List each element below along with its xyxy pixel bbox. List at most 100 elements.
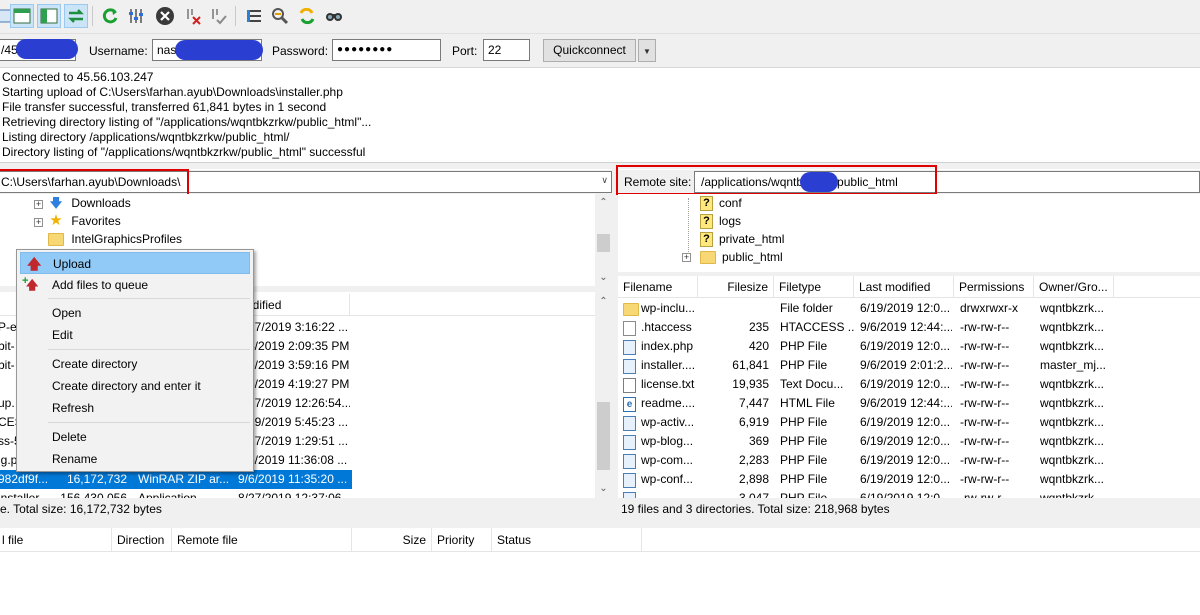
reconnect-icon[interactable] — [206, 4, 230, 28]
remote-file-list: Filename Filesize Filetype Last modified… — [618, 276, 1200, 498]
column-header-owner[interactable]: Owner/Gro... — [1034, 276, 1114, 298]
menu-item-create-directory-enter[interactable]: Create directory and enter it — [20, 375, 250, 397]
column-header-local-file[interactable]: l file — [0, 528, 112, 552]
quickconnect-button[interactable]: Quickconnect — [543, 39, 636, 62]
port-input[interactable]: 22 — [483, 39, 530, 61]
local-tree-scrollbar[interactable]: ⌃ ⌄ — [595, 194, 612, 286]
cell-owner: wqntbkzrk... — [1040, 396, 1105, 410]
compare-icon[interactable] — [268, 4, 292, 28]
scroll-down-icon[interactable]: ⌄ — [595, 269, 612, 286]
table-row[interactable]: wp-activ... 6,919 PHP File 6/19/2019 12:0..… — [618, 413, 1200, 432]
tree-item[interactable]: IntelGraphicsProfiles — [48, 230, 182, 248]
cell-perms: -rw-rw-r-- — [960, 377, 1010, 391]
expand-icon[interactable]: + — [34, 218, 43, 227]
column-header-filetype[interactable]: Filetype — [774, 276, 854, 298]
redaction-mark — [800, 172, 838, 192]
expand-icon[interactable]: + — [682, 253, 691, 262]
menu-item-create-directory[interactable]: Create directory — [20, 353, 250, 375]
table-row[interactable]: license.txt 19,935 Text Docu... 6/19/2019 1… — [618, 375, 1200, 394]
scroll-up-icon[interactable]: ⌃ — [595, 293, 612, 310]
cell-type: PHP File — [780, 434, 828, 448]
folder-icon — [623, 303, 639, 317]
cell-size: 369 — [748, 434, 769, 448]
log-line: Retrieving directory listing of "/applic… — [2, 115, 372, 129]
table-row[interactable]: wp-com... 2,283 PHP File 6/19/2019 12:0... -… — [618, 451, 1200, 470]
menu-item-edit[interactable]: Edit — [20, 324, 250, 346]
menu-item-rename[interactable]: Rename — [20, 448, 250, 470]
cell-owner: master_mj... — [1040, 358, 1107, 372]
cancel-icon[interactable] — [153, 4, 177, 28]
remote-tree: ? conf? logs? private_html + public_html — [618, 194, 1200, 272]
cell-owner: wqntbkzrk... — [1040, 434, 1105, 448]
table-row[interactable]: 982df9f... 16,172,732 WinRAR ZIP ar... 9/6/… — [0, 470, 352, 489]
cell-modified: 9/6/2019 11:35:20 ... — [238, 472, 348, 486]
cell-owner: wqntbkzrk... — [1040, 377, 1105, 391]
disconnect-icon[interactable] — [181, 4, 205, 28]
column-header-priority[interactable]: Priority — [432, 528, 492, 552]
toggle-log-icon[interactable] — [10, 4, 34, 28]
column-header-status[interactable]: Status — [492, 528, 642, 552]
process-queue-icon[interactable] — [124, 4, 148, 28]
cell-modified: 6/19/2019 12:0... — [860, 453, 951, 467]
cell-size: 61,841 — [732, 358, 769, 372]
cell-type: HTML File — [780, 396, 835, 410]
cell-size: 2,898 — [738, 472, 769, 486]
column-header-permissions[interactable]: Permissions — [954, 276, 1034, 298]
local-list-scrollbar[interactable]: ⌃ ⌄ — [595, 292, 612, 498]
cell-size: 156,430,056 — [60, 491, 127, 498]
tree-item[interactable]: 🡇 Downloads — [48, 194, 131, 212]
menu-item-delete[interactable]: Delete — [20, 426, 250, 448]
scroll-down-icon[interactable]: ⌄ — [595, 480, 612, 497]
local-path-input[interactable]: C:\Users\farhan.ayub\Downloads\ — [0, 171, 612, 193]
scroll-thumb[interactable] — [597, 234, 610, 252]
sync-browse-icon[interactable] — [295, 4, 319, 28]
table-row[interactable]: installer... 156,430,056 Application 8/27/2… — [0, 489, 595, 498]
scroll-up-icon[interactable]: ⌃ — [595, 194, 612, 211]
table-row[interactable]: wp-inclu... File folder 6/19/2019 12:0... d… — [618, 299, 1200, 318]
tree-item[interactable]: + public_html — [682, 248, 783, 266]
tree-item[interactable]: ? conf — [700, 194, 742, 212]
quickconnect-dropdown[interactable]: ▼ — [638, 39, 656, 62]
toggle-remote-tree-icon[interactable] — [37, 4, 61, 28]
tree-item[interactable]: ? logs — [700, 212, 741, 230]
scroll-thumb[interactable] — [597, 402, 610, 470]
table-row[interactable]: wp-conf... 2,898 PHP File 6/19/2019 12:0...… — [618, 470, 1200, 489]
column-header-size[interactable]: Size — [352, 528, 432, 552]
menu-item-add-to-queue[interactable]: 🡅 + Add files to queue — [20, 274, 250, 296]
refresh-icon[interactable] — [98, 4, 122, 28]
log-line: Directory listing of "/applications/wqnt… — [2, 145, 366, 159]
table-row[interactable]: .htaccess 235 HTACCESS ... 9/6/2019 12:44:.… — [618, 318, 1200, 337]
toggle-queue-icon[interactable] — [64, 4, 88, 28]
table-row[interactable]: 3,047 PHP File 6/19/2019 12:0... -rw-rw-r--… — [618, 489, 1200, 498]
splitter[interactable] — [0, 163, 1200, 169]
cell-type: PHP File — [780, 339, 828, 353]
chevron-down-icon[interactable]: ∨ — [601, 175, 608, 186]
column-header-filesize[interactable]: Filesize — [698, 276, 774, 298]
download-arrow-icon: 🡇 — [49, 196, 63, 210]
table-row[interactable]: e readme.... 7,447 HTML File 9/6/2019 12:44:… — [618, 394, 1200, 413]
splitter[interactable] — [0, 520, 1200, 528]
star-icon: ★ — [49, 212, 63, 229]
column-header-modified[interactable]: Last modified — [854, 276, 954, 298]
password-input[interactable]: ●●●●●●●● — [332, 39, 441, 61]
tree-item-label: logs — [719, 214, 742, 228]
tree-item-label: conf — [719, 196, 742, 210]
menu-item-open[interactable]: Open — [20, 302, 250, 324]
table-row[interactable]: wp-blog... 369 PHP File 6/19/2019 12:0... -r… — [618, 432, 1200, 451]
expand-icon[interactable]: + — [34, 200, 43, 209]
search-icon[interactable] — [322, 4, 346, 28]
column-header-filename[interactable]: Filename — [618, 276, 698, 298]
cell-name: wp-com... — [641, 453, 694, 467]
filter-icon[interactable] — [242, 4, 266, 28]
column-header-remote-file[interactable]: Remote file — [172, 528, 352, 552]
column-header-modified[interactable]: Last modified — [240, 294, 350, 316]
tree-item[interactable]: ★ Favorites — [48, 212, 120, 230]
remote-path-input[interactable]: /applications/wqntbkzrkw/public_html — [694, 171, 1200, 193]
table-row[interactable]: installer.... 61,841 PHP File 9/6/2019 2:01… — [618, 356, 1200, 375]
column-header-direction[interactable]: Direction — [112, 528, 172, 552]
table-row[interactable]: index.php 420 PHP File 6/19/2019 12:0... -rw… — [618, 337, 1200, 356]
menu-item-refresh[interactable]: Refresh — [20, 397, 250, 419]
menu-item-upload[interactable]: 🡅 Upload — [20, 252, 250, 274]
tree-item[interactable]: ? private_html — [700, 230, 784, 248]
remote-list-header: Filename Filesize Filetype Last modified… — [618, 276, 1200, 298]
